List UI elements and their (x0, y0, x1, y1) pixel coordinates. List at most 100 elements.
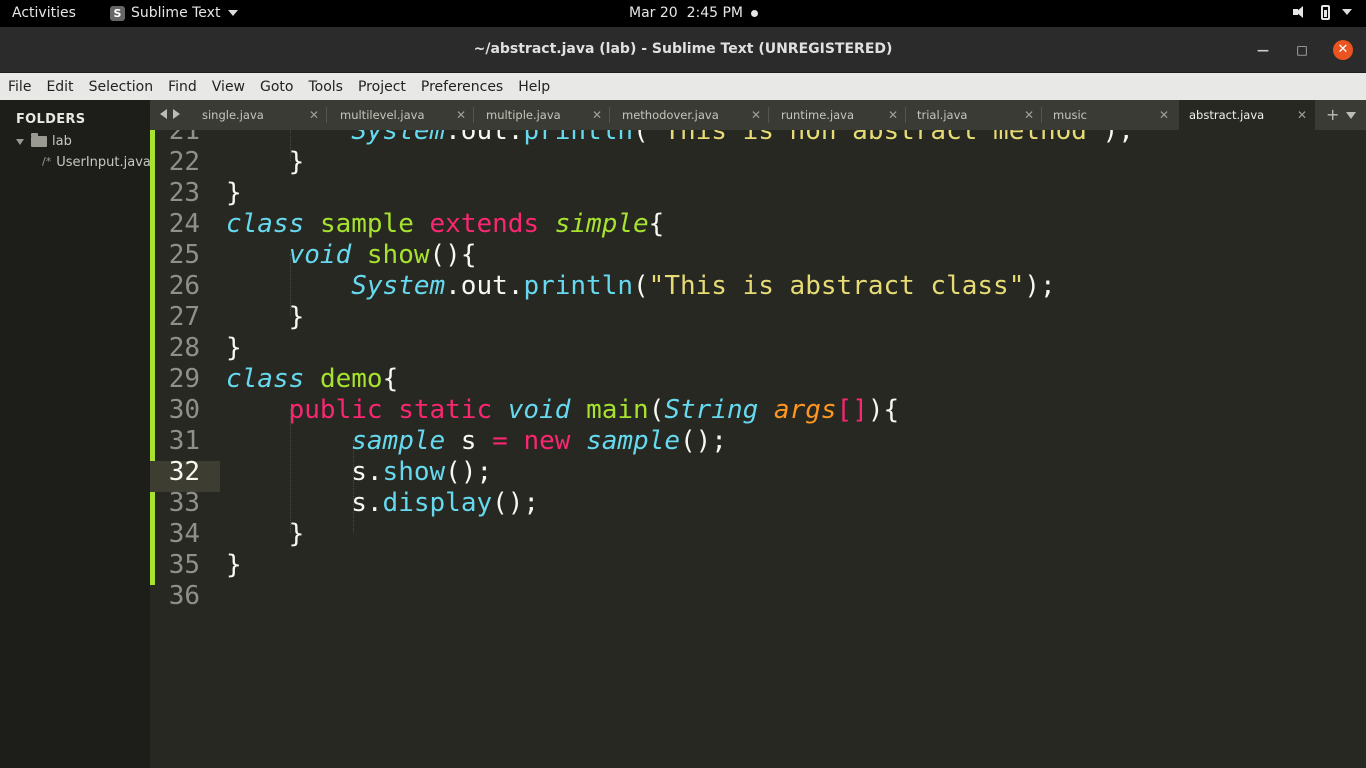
line-number: 21 (168, 130, 200, 146)
code-text: public static void main(String args[]){ (288, 395, 900, 425)
java-file-icon: /* (42, 155, 52, 168)
chevron-right-icon[interactable] (173, 109, 180, 119)
tab-divider (905, 107, 906, 123)
folder-label: lab (52, 134, 72, 149)
tab-divider (473, 107, 474, 123)
code-text: } (226, 333, 242, 363)
app-menu-button[interactable]: S Sublime Text (110, 5, 239, 21)
code-text: System.out.println("This is abstract cla… (351, 271, 1056, 301)
menu-tools[interactable]: Tools (300, 73, 350, 100)
line-number: 34 (168, 519, 200, 549)
close-icon[interactable]: ✕ (309, 108, 319, 122)
menu-edit[interactable]: Edit (38, 73, 80, 100)
sublime-text-icon: S (110, 5, 125, 21)
tab-divider (609, 107, 610, 123)
close-icon[interactable]: ✕ (592, 108, 602, 122)
tab-list-dropdown-icon[interactable] (1346, 112, 1356, 119)
app-menu-label: Sublime Text (131, 5, 221, 21)
close-icon[interactable]: ✕ (456, 108, 466, 122)
code-text: s.show(); (226, 457, 493, 487)
tab-divider (1041, 107, 1042, 123)
tab-single-java[interactable]: single.java ✕ (192, 100, 327, 130)
menu-bar: File Edit Selection Find View Goto Tools… (0, 73, 1366, 100)
code-text: class demo{ (226, 364, 399, 394)
tab-runtime-java[interactable]: runtime.java ✕ (771, 100, 906, 130)
line-number: 27 (168, 302, 200, 332)
volume-icon[interactable] (1293, 4, 1309, 20)
tab-label: methodover.java (622, 108, 719, 122)
chevron-down-icon (228, 10, 239, 16)
tab-label: runtime.java (781, 108, 855, 122)
code-text: sample s = new sample(); (351, 426, 727, 456)
menu-find[interactable]: Find (160, 73, 204, 100)
system-top-bar: Activities S Sublime Text Mar 20 2:45 PM (0, 0, 1366, 27)
sidebar: FOLDERS lab /* UserInput.java (0, 100, 151, 768)
code-text: System.out.println("This is non abstract… (351, 130, 1134, 146)
sidebar-folder-lab[interactable]: lab (16, 133, 72, 149)
tab-abstract-java[interactable]: abstract.java ✕ (1179, 100, 1315, 130)
folders-header: FOLDERS (16, 112, 86, 127)
chevron-left-icon[interactable] (160, 109, 167, 119)
menu-view[interactable]: View (204, 73, 252, 100)
clock[interactable]: Mar 20 2:45 PM (629, 5, 743, 21)
maximize-button[interactable]: □ (1292, 40, 1312, 60)
line-number: 23 (168, 178, 200, 208)
close-icon[interactable]: ✕ (751, 108, 761, 122)
menu-file[interactable]: File (0, 73, 38, 100)
file-label: UserInput.java (56, 155, 151, 170)
line-number: 31 (168, 426, 200, 456)
line-number: 33 (168, 488, 200, 518)
line-number: 26 (168, 271, 200, 301)
code-text: s.display(); (226, 488, 540, 518)
tab-methodover-java[interactable]: methodover.java ✕ (612, 100, 769, 130)
tab-label: abstract.java (1189, 108, 1265, 122)
expand-triangle-icon[interactable] (16, 138, 24, 145)
line-number: 36 (168, 581, 200, 611)
folder-icon (31, 133, 47, 147)
window-title: ~/abstract.java (lab) - Sublime Text (UN… (473, 41, 893, 57)
minimize-button[interactable]: — (1253, 40, 1273, 60)
tab-multilevel-java[interactable]: multilevel.java ✕ (330, 100, 474, 130)
code-text: class sample extends simple{ (226, 209, 665, 239)
tab-label: multilevel.java (340, 108, 425, 122)
menu-preferences[interactable]: Preferences (413, 73, 510, 100)
menu-selection[interactable]: Selection (81, 73, 161, 100)
code-text: } (226, 302, 305, 332)
code-text: void show(){ (288, 240, 477, 270)
tab-label: single.java (202, 108, 264, 122)
tab-label: trial.java (917, 108, 968, 122)
close-button[interactable]: ✕ (1333, 40, 1353, 60)
line-number: 35 (168, 550, 200, 580)
tab-multiple-java[interactable]: multiple.java ✕ (476, 100, 610, 130)
tab-bar: single.java ✕ multilevel.java ✕ multiple… (150, 100, 1366, 130)
tab-music[interactable]: music ✕ (1043, 100, 1177, 130)
line-number: 22 (168, 147, 200, 177)
chevron-down-icon[interactable] (1342, 9, 1352, 15)
line-number: 25 (168, 240, 200, 270)
line-number: 28 (168, 333, 200, 363)
notification-dot-icon (751, 10, 758, 17)
menu-project[interactable]: Project (350, 73, 413, 100)
line-number: 30 (168, 395, 200, 425)
activities-button[interactable]: Activities (12, 5, 76, 21)
window-title-bar[interactable]: ~/abstract.java (lab) - Sublime Text (UN… (0, 27, 1366, 73)
code-text: } (226, 550, 242, 580)
close-icon[interactable]: ✕ (1297, 108, 1307, 122)
code-text: } (226, 147, 305, 177)
new-tab-button[interactable]: + (1326, 105, 1339, 124)
tab-label: multiple.java (486, 108, 561, 122)
tab-navigation[interactable] (160, 109, 180, 119)
sidebar-file-userinput[interactable]: /* UserInput.java (42, 155, 151, 170)
code-editor[interactable]: 21 System.out.println("This is non abstr… (150, 130, 1366, 768)
line-number: 24 (168, 209, 200, 239)
system-tray[interactable] (1293, 4, 1352, 20)
line-number: 29 (168, 364, 200, 394)
close-icon[interactable]: ✕ (1024, 108, 1034, 122)
code-text: } (226, 519, 305, 549)
close-icon[interactable]: ✕ (888, 108, 898, 122)
tab-trial-java[interactable]: trial.java ✕ (907, 100, 1042, 130)
battery-icon[interactable] (1321, 4, 1330, 20)
menu-goto[interactable]: Goto (252, 73, 300, 100)
close-icon[interactable]: ✕ (1159, 108, 1169, 122)
menu-help[interactable]: Help (510, 73, 557, 100)
